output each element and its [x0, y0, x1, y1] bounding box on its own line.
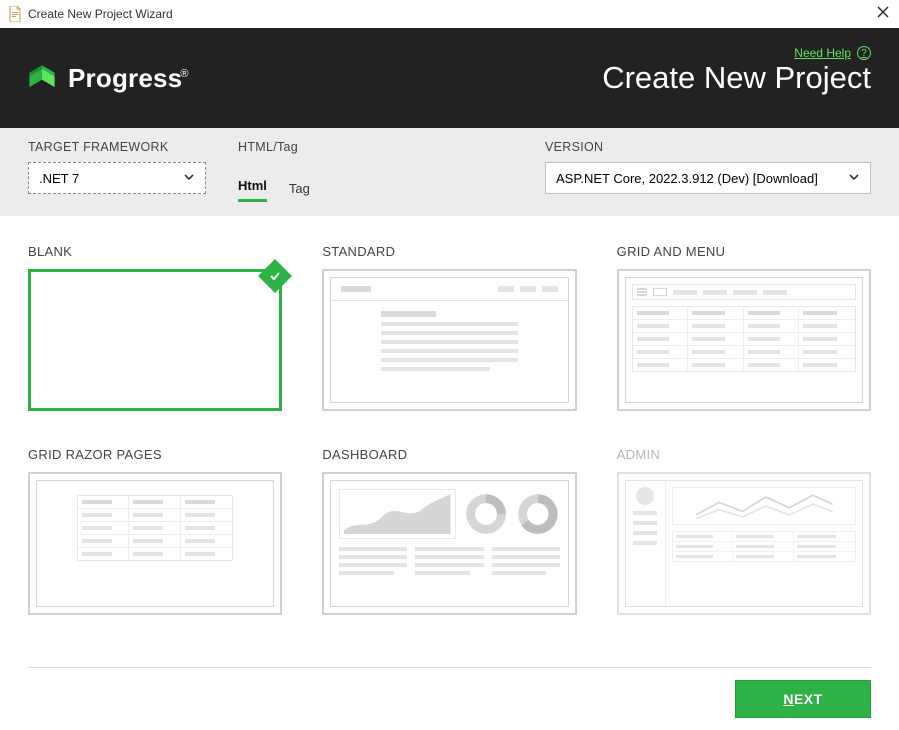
document-icon — [8, 6, 22, 22]
target-framework-col: TARGET FRAMEWORK .NET 7 — [28, 140, 206, 194]
template-card — [322, 269, 576, 411]
window-titlebar: Create New Project Wizard — [0, 0, 899, 28]
need-help-link[interactable]: Need Help ? — [794, 46, 871, 60]
template-card — [28, 269, 282, 411]
next-button[interactable]: NEXT — [735, 680, 871, 718]
version-col: VERSION ASP.NET Core, 2022.3.912 (Dev) [… — [545, 140, 871, 194]
template-title: STANDARD — [322, 244, 576, 259]
target-framework-dropdown[interactable]: .NET 7 — [28, 162, 206, 194]
templates-area: BLANK STANDARD — [0, 216, 899, 615]
target-framework-value: .NET 7 — [39, 171, 79, 186]
template-admin: ADMIN — [617, 447, 871, 614]
window-title: Create New Project Wizard — [28, 7, 173, 21]
footer-separator — [28, 667, 871, 668]
template-title: ADMIN — [617, 447, 871, 462]
template-card — [322, 472, 576, 614]
brand-logo: Progress® — [24, 60, 191, 96]
tab-html[interactable]: Html — [238, 178, 267, 202]
filters-bar: TARGET FRAMEWORK .NET 7 HTML/Tag Html Ta… — [0, 128, 899, 216]
page-title: Create New Project — [602, 60, 871, 96]
close-icon[interactable] — [877, 6, 889, 22]
progress-logo-icon — [24, 60, 60, 96]
syntax-tabs: Html Tag — [238, 170, 310, 202]
template-title: DASHBOARD — [322, 447, 576, 462]
template-grid-razor-pages[interactable]: GRID RAZOR PAGES — [28, 447, 282, 614]
template-card — [617, 269, 871, 411]
help-icon: ? — [857, 46, 871, 60]
html-tag-label: HTML/Tag — [238, 140, 310, 154]
need-help-label: Need Help — [794, 46, 851, 60]
chevron-down-icon — [848, 171, 860, 186]
target-framework-label: TARGET FRAMEWORK — [28, 140, 206, 154]
template-title: GRID RAZOR PAGES — [28, 447, 282, 462]
version-dropdown[interactable]: ASP.NET Core, 2022.3.912 (Dev) [Download… — [545, 162, 871, 194]
brand-name: Progress® — [68, 63, 191, 94]
template-card — [617, 472, 871, 614]
footer: NEXT — [28, 667, 871, 718]
tab-tag[interactable]: Tag — [289, 181, 310, 202]
chevron-down-icon — [183, 171, 195, 186]
template-standard[interactable]: STANDARD — [322, 244, 576, 411]
template-dashboard[interactable]: DASHBOARD — [322, 447, 576, 614]
template-title: GRID AND MENU — [617, 244, 871, 259]
template-card — [28, 472, 282, 614]
templates-grid: BLANK STANDARD — [28, 244, 871, 615]
version-value: ASP.NET Core, 2022.3.912 (Dev) [Download… — [556, 171, 818, 186]
template-grid-and-menu[interactable]: GRID AND MENU — [617, 244, 871, 411]
header-band: Progress® Need Help ? Create New Project — [0, 28, 899, 128]
template-title: BLANK — [28, 244, 282, 259]
version-label: VERSION — [545, 140, 871, 154]
html-tag-col: HTML/Tag Html Tag — [238, 140, 310, 202]
template-blank[interactable]: BLANK — [28, 244, 282, 411]
